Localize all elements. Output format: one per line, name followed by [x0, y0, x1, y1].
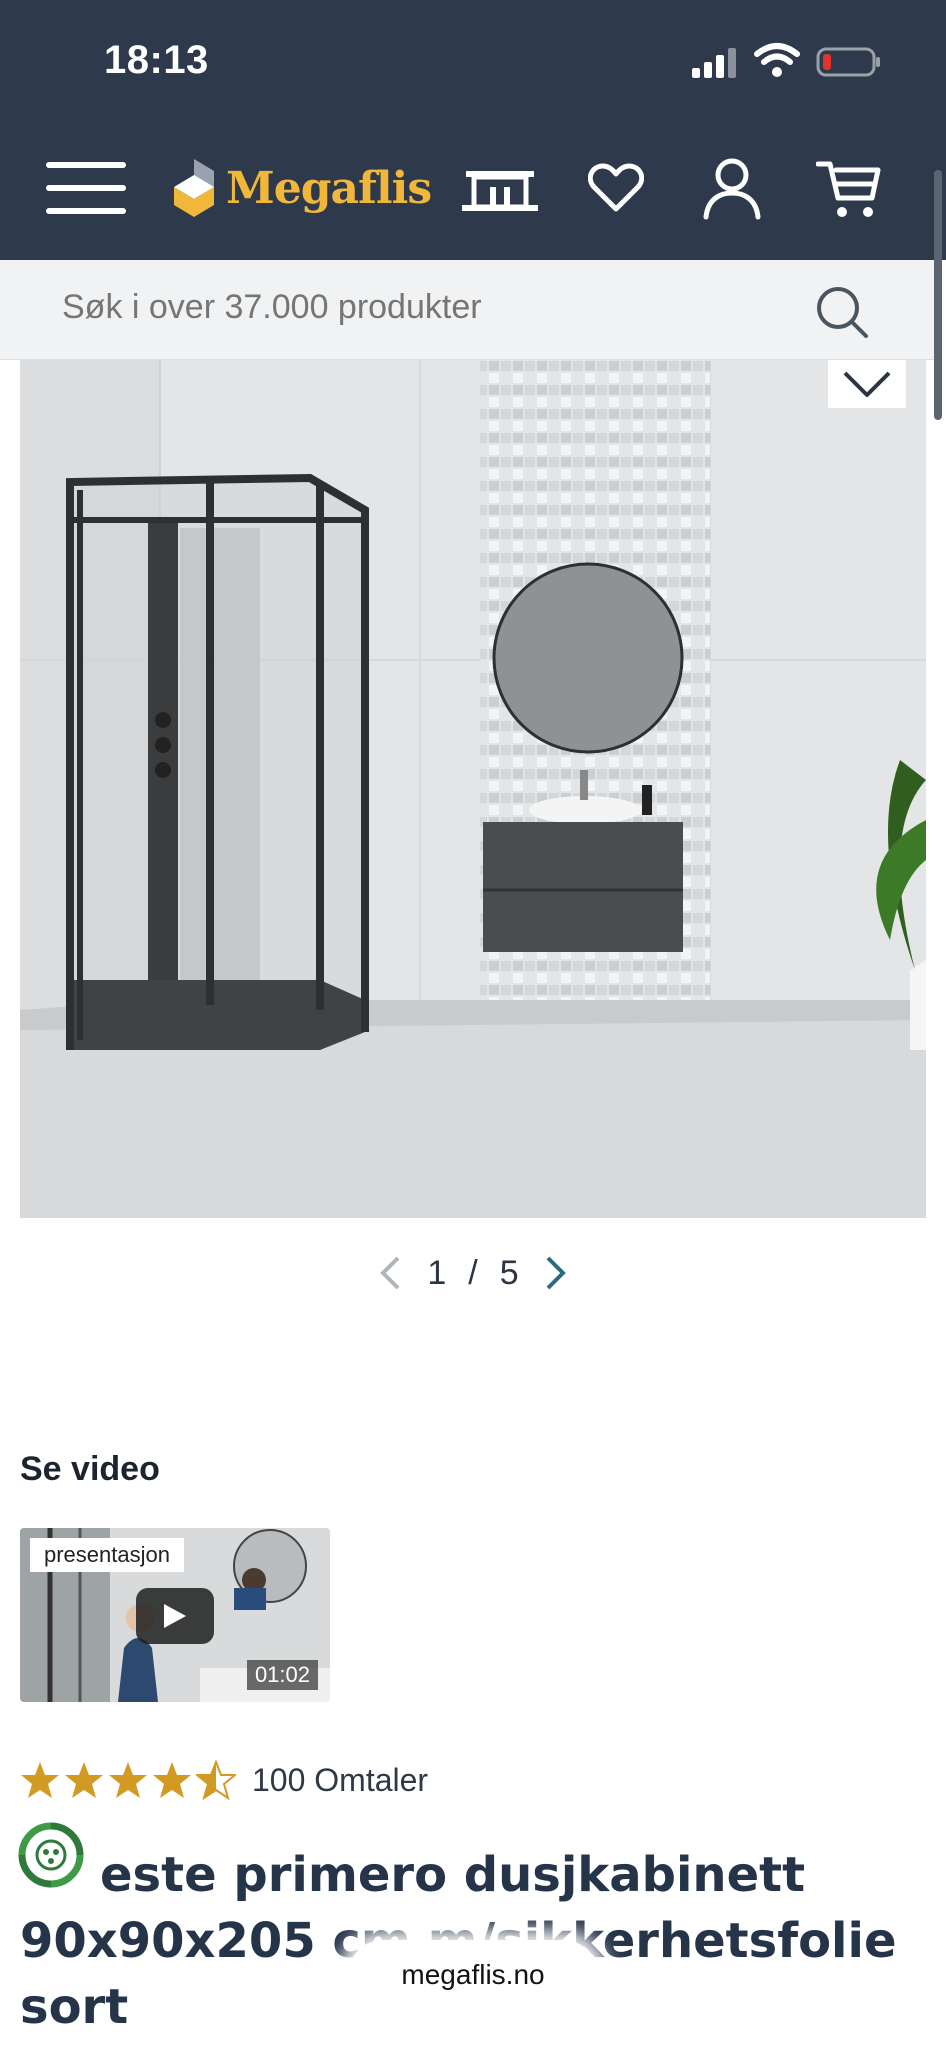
product-photo — [20, 360, 926, 1218]
video-duration: 01:02 — [246, 1660, 318, 1690]
cart-icon — [816, 161, 881, 217]
gallery-next-button[interactable] — [541, 1253, 571, 1293]
menu-icon — [46, 162, 126, 214]
account-button[interactable] — [700, 154, 764, 224]
search-input[interactable] — [62, 288, 762, 327]
page-scrollbar[interactable] — [934, 170, 942, 420]
megaflis-logo[interactable]: Megaflis — [170, 152, 432, 224]
status-time: 18:13 — [104, 38, 209, 82]
cellular-signal-icon — [692, 48, 736, 78]
review-count: 100 Omtaler — [252, 1761, 429, 1798]
star-full-icon — [21, 1762, 59, 1798]
wifi-icon — [754, 43, 800, 77]
menu-button[interactable] — [44, 156, 128, 220]
app-header: 18:13 Megaflis — [0, 0, 946, 260]
play-button[interactable] — [136, 1588, 214, 1644]
video-label: presentasjon — [30, 1538, 184, 1572]
cart-button[interactable] — [814, 154, 884, 224]
chevron-right-icon — [546, 1256, 566, 1290]
gallery-prev-button[interactable] — [375, 1253, 405, 1293]
star-full-icon — [109, 1762, 147, 1798]
heart-icon — [588, 163, 644, 212]
star-half-icon — [196, 1760, 236, 1800]
wishlist-button[interactable] — [586, 156, 646, 220]
star-full-icon — [153, 1762, 191, 1798]
logo-mark-icon — [174, 159, 214, 217]
gallery-current-index: 1 — [427, 1253, 447, 1292]
browser-url-bar[interactable]: megaflis.no — [348, 1940, 598, 2010]
video-section-heading: Se video — [20, 1450, 160, 1488]
chevron-left-icon — [380, 1256, 400, 1290]
product-image-gallery[interactable] — [20, 360, 926, 1218]
user-icon — [703, 158, 761, 220]
main-nav: Megaflis — [0, 130, 946, 250]
chevron-down-icon — [843, 371, 891, 397]
gallery-total: 5 — [499, 1253, 519, 1292]
play-icon — [164, 1604, 186, 1628]
search-icon[interactable] — [814, 284, 870, 340]
store-button[interactable] — [460, 160, 540, 220]
video-thumbnail[interactable]: presentasjon 01:02 — [20, 1528, 330, 1702]
gallery-separator: / — [468, 1253, 478, 1292]
search-bar — [0, 260, 936, 360]
image-wishlist-button[interactable] — [828, 360, 906, 408]
product-rating[interactable]: 100 Omtaler — [20, 1760, 428, 1800]
logo-text: Megaflis — [226, 162, 432, 214]
battery-icon — [816, 47, 880, 77]
store-icon — [462, 171, 538, 211]
star-full-icon — [65, 1762, 103, 1798]
gallery-pager: 1 / 5 — [0, 1248, 946, 1298]
